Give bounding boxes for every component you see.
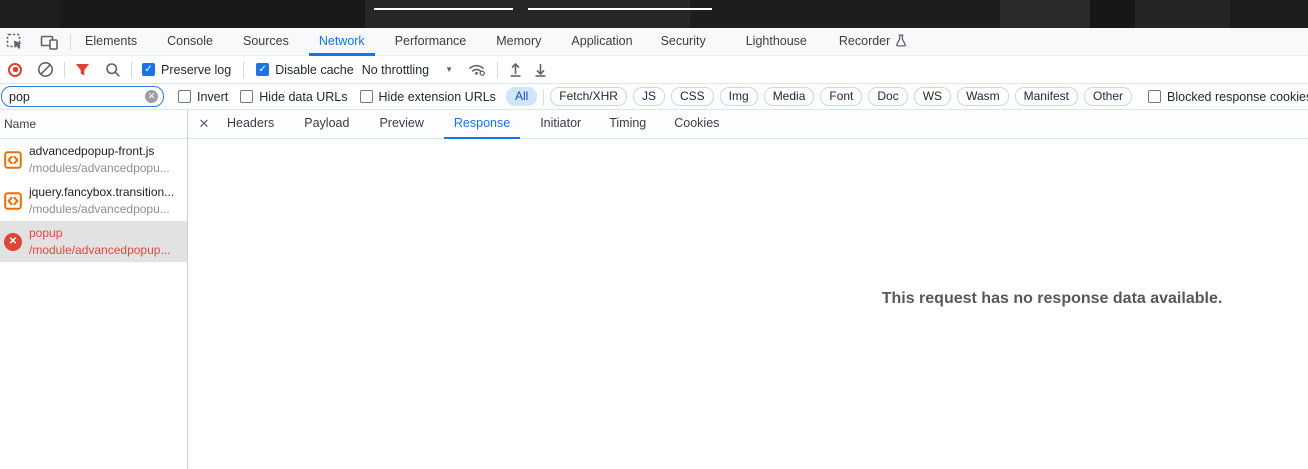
detail-tab-headers[interactable]: Headers — [217, 110, 284, 139]
cookie-more-info-label: Plus d'informations — [374, 0, 514, 10]
filter-pill-doc[interactable]: Doc — [868, 87, 908, 106]
network-toolbar: ✓ Preserve log ✓ Disable cache No thrott… — [0, 56, 1308, 84]
network-filter-bar: pop ✕ Invert Hide data URLs Hide extensi… — [0, 84, 1308, 110]
tab-network[interactable]: Network — [309, 28, 375, 56]
search-icon[interactable] — [105, 62, 121, 78]
clear-filter-icon[interactable]: ✕ — [145, 90, 158, 103]
filter-input-value: pop — [9, 89, 30, 104]
toolbar-divider — [497, 61, 499, 78]
tab-recorder[interactable]: Recorder — [829, 28, 917, 56]
request-path: /modules/advancedpopu... — [29, 201, 170, 216]
tab-application[interactable]: Application — [561, 28, 642, 56]
invert-label[interactable]: Invert — [197, 90, 228, 104]
hide-extension-urls-label[interactable]: Hide extension URLs — [379, 90, 496, 104]
throttling-select[interactable]: No throttling — [362, 63, 429, 77]
request-failed-icon: ✕ — [4, 232, 22, 251]
js-file-icon — [4, 191, 22, 210]
checkmark-icon: ✓ — [258, 63, 267, 75]
recorder-flask-icon — [895, 34, 907, 50]
filter-pill-fetch-xhr[interactable]: Fetch/XHR — [550, 87, 627, 106]
webpage-band — [60, 0, 365, 28]
checkmark-icon: ✓ — [144, 63, 153, 75]
network-conditions-icon[interactable] — [468, 62, 487, 77]
request-name: advancedpopup-front.js — [29, 143, 155, 158]
tab-performance[interactable]: Performance — [385, 28, 477, 56]
detail-tab-response[interactable]: Response — [444, 110, 520, 139]
disable-cache-label[interactable]: Disable cache — [275, 63, 354, 77]
webpage-band — [1230, 0, 1308, 28]
cookie-personalize-label: Personnaliser les cookies — [528, 0, 713, 10]
close-icon[interactable]: ✕ — [191, 110, 217, 139]
request-detail-tabbar: ✕ Headers Payload Preview Response Initi… — [188, 110, 1308, 139]
webpage-background: Plus d'informations Personnaliser les co… — [0, 0, 1308, 28]
pill-divider — [543, 88, 545, 105]
hide-data-urls-checkbox[interactable] — [240, 90, 254, 103]
toolbar-divider — [64, 61, 65, 78]
tab-elements[interactable]: Elements — [75, 28, 147, 56]
request-row-fancybox-transition[interactable]: jquery.fancybox.transition... /modules/a… — [0, 180, 187, 221]
webpage-band — [1000, 0, 1090, 28]
webpage-band — [690, 0, 1000, 28]
request-row-advancedpopup-front[interactable]: advancedpopup-front.js /modules/advanced… — [0, 139, 187, 180]
detail-tab-timing[interactable]: Timing — [599, 110, 656, 139]
preserve-log-label[interactable]: Preserve log — [161, 63, 231, 77]
tabbar-divider — [70, 33, 71, 50]
record-network-log-icon[interactable] — [8, 62, 22, 77]
tab-lighthouse[interactable]: Lighthouse — [736, 28, 817, 56]
disable-cache-checkbox[interactable]: ✓ — [256, 63, 270, 76]
request-path: /module/advancedpopup... — [29, 242, 171, 257]
no-response-data-message: This request has no response data availa… — [881, 290, 1223, 307]
name-column-header[interactable]: Name — [0, 110, 187, 139]
inspect-element-icon[interactable] — [2, 29, 28, 55]
filter-pill-css[interactable]: CSS — [670, 87, 714, 106]
hide-extension-urls-checkbox[interactable] — [359, 90, 373, 103]
cookie-personalize-link[interactable]: Personnaliser les cookies — [528, 0, 713, 28]
clear-network-log-icon[interactable] — [37, 61, 54, 78]
filter-input[interactable]: pop ✕ — [1, 86, 164, 107]
tab-console[interactable]: Console — [157, 28, 223, 56]
filter-pill-wasm[interactable]: Wasm — [957, 87, 1009, 106]
webpage-band — [0, 0, 60, 28]
blocked-response-cookies-label[interactable]: Blocked response cookies — [1167, 90, 1308, 104]
toolbar-divider — [131, 61, 132, 78]
request-name: popup — [29, 225, 63, 240]
import-har-icon[interactable] — [508, 62, 523, 78]
detail-tab-preview[interactable]: Preview — [369, 110, 433, 139]
filter-pill-other[interactable]: Other — [1084, 87, 1133, 106]
filter-pill-media[interactable]: Media — [763, 87, 815, 106]
request-name: jquery.fancybox.transition... — [29, 184, 175, 199]
filter-pill-all[interactable]: All — [505, 87, 538, 106]
tab-sources[interactable]: Sources — [233, 28, 299, 56]
chevron-down-icon[interactable]: ▼ — [445, 65, 453, 74]
filter-pill-js[interactable]: JS — [632, 87, 665, 106]
webpage-band — [1090, 0, 1135, 28]
request-detail-panel: ✕ Headers Payload Preview Response Initi… — [188, 110, 1308, 469]
filter-pill-manifest[interactable]: Manifest — [1014, 87, 1078, 106]
request-row-popup-selected[interactable]: ✕ popup /module/advancedpopup... — [0, 221, 187, 262]
filter-pill-img[interactable]: Img — [719, 87, 758, 106]
device-toolbar-icon[interactable] — [36, 29, 62, 55]
cookie-more-info-link[interactable]: Plus d'informations — [374, 0, 514, 28]
detail-tab-payload[interactable]: Payload — [294, 110, 359, 139]
toolbar-divider — [243, 61, 245, 78]
blocked-response-cookies-checkbox[interactable] — [1148, 90, 1162, 103]
hide-data-urls-label[interactable]: Hide data URLs — [259, 90, 347, 104]
devtools-tabbar: Elements Console Sources Network Perform… — [0, 28, 1308, 56]
preserve-log-checkbox[interactable]: ✓ — [142, 63, 155, 76]
webpage-band — [1135, 0, 1230, 28]
filter-funnel-icon[interactable] — [75, 63, 90, 77]
invert-checkbox[interactable] — [178, 90, 191, 103]
filter-pill-ws[interactable]: WS — [913, 87, 952, 106]
tab-memory[interactable]: Memory — [486, 28, 551, 56]
detail-tab-cookies[interactable]: Cookies — [664, 110, 729, 139]
request-list-panel: Name advancedpopup-front.js /modules/adv… — [0, 110, 188, 469]
request-path: /modules/advancedpopu... — [29, 160, 170, 175]
network-panel-body: Name advancedpopup-front.js /modules/adv… — [0, 110, 1308, 469]
filter-pill-font[interactable]: Font — [820, 87, 863, 106]
detail-tab-initiator[interactable]: Initiator — [530, 110, 591, 139]
export-har-icon[interactable] — [533, 62, 548, 78]
js-file-icon — [4, 150, 22, 169]
tab-security[interactable]: Security — [651, 28, 716, 56]
